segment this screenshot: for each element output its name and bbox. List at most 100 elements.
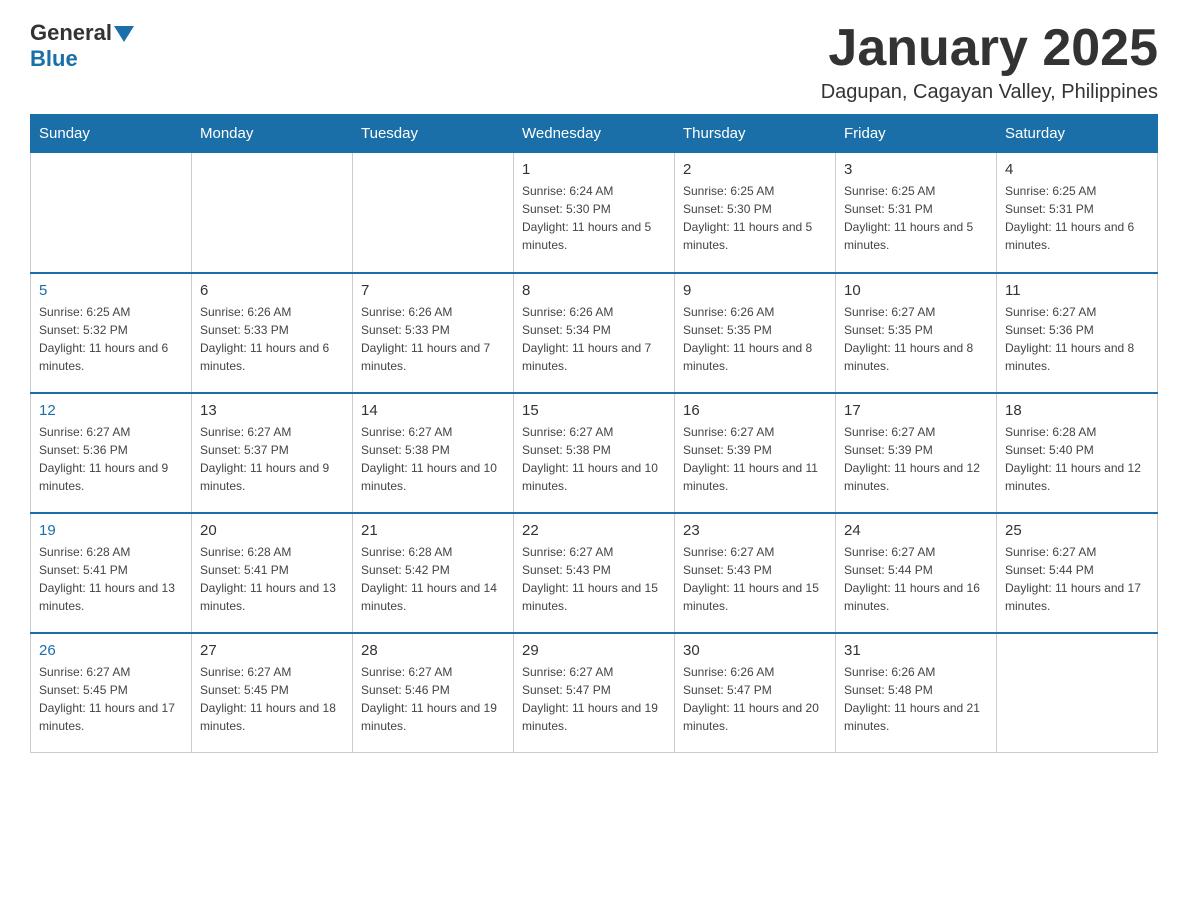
calendar-day-cell: 9 Sunrise: 6:26 AMSunset: 5:35 PMDaylight… — [675, 273, 836, 393]
day-number: 29 — [522, 642, 666, 659]
day-number: 19 — [39, 522, 183, 539]
day-info: Sunrise: 6:25 AMSunset: 5:30 PMDaylight:… — [683, 182, 827, 254]
day-number: 11 — [1005, 282, 1149, 299]
day-info: Sunrise: 6:27 AMSunset: 5:45 PMDaylight:… — [39, 663, 183, 735]
day-info: Sunrise: 6:25 AMSunset: 5:31 PMDaylight:… — [844, 182, 988, 254]
calendar-day-cell: 6 Sunrise: 6:26 AMSunset: 5:33 PMDaylight… — [192, 273, 353, 393]
day-number: 16 — [683, 402, 827, 419]
calendar-day-cell: 10Sunrise: 6:27 AMSunset: 5:35 PMDayligh… — [836, 273, 997, 393]
day-number: 5 — [39, 282, 183, 299]
day-info: Sunrise: 6:26 AMSunset: 5:47 PMDaylight:… — [683, 663, 827, 735]
day-info: Sunrise: 6:26 AMSunset: 5:33 PMDaylight:… — [200, 303, 344, 375]
calendar-day-cell — [353, 153, 514, 273]
calendar-day-cell: 13 Sunrise: 6:27 AMSunset: 5:37 PMDayligh… — [192, 393, 353, 513]
day-of-week-header: Sunday — [31, 115, 192, 153]
calendar-week-row: 19 Sunrise: 6:28 AMSunset: 5:41 PMDayligh… — [31, 513, 1158, 633]
day-info: Sunrise: 6:27 AMSunset: 5:44 PMDaylight:… — [1005, 543, 1149, 615]
day-of-week-header: Friday — [836, 115, 997, 153]
calendar-day-cell: 24Sunrise: 6:27 AMSunset: 5:44 PMDayligh… — [836, 513, 997, 633]
day-number: 6 — [200, 282, 344, 299]
day-number: 22 — [522, 522, 666, 539]
day-of-week-header: Saturday — [997, 115, 1158, 153]
day-info: Sunrise: 6:27 AMSunset: 5:36 PMDaylight:… — [39, 423, 183, 495]
day-info: Sunrise: 6:26 AMSunset: 5:34 PMDaylight:… — [522, 303, 666, 375]
day-info: Sunrise: 6:25 AMSunset: 5:31 PMDaylight:… — [1005, 182, 1149, 254]
calendar-day-cell: 29 Sunrise: 6:27 AMSunset: 5:47 PMDayligh… — [514, 633, 675, 753]
calendar-day-cell: 22 Sunrise: 6:27 AMSunset: 5:43 PMDayligh… — [514, 513, 675, 633]
day-number: 27 — [200, 642, 344, 659]
calendar-body: 1 Sunrise: 6:24 AMSunset: 5:30 PMDaylight… — [31, 153, 1158, 753]
calendar-day-cell: 21 Sunrise: 6:28 AMSunset: 5:42 PMDayligh… — [353, 513, 514, 633]
day-number: 30 — [683, 642, 827, 659]
day-info: Sunrise: 6:27 AMSunset: 5:39 PMDaylight:… — [683, 423, 827, 495]
day-info: Sunrise: 6:27 AMSunset: 5:43 PMDaylight:… — [683, 543, 827, 615]
day-number: 17 — [844, 402, 988, 419]
day-info: Sunrise: 6:27 AMSunset: 5:38 PMDaylight:… — [361, 423, 505, 495]
day-number: 21 — [361, 522, 505, 539]
calendar-week-row: 26 Sunrise: 6:27 AMSunset: 5:45 PMDayligh… — [31, 633, 1158, 753]
day-number: 4 — [1005, 161, 1149, 178]
calendar-day-cell: 30 Sunrise: 6:26 AMSunset: 5:47 PMDayligh… — [675, 633, 836, 753]
logo: General Blue — [30, 20, 134, 72]
day-of-week-header: Tuesday — [353, 115, 514, 153]
day-number: 18 — [1005, 402, 1149, 419]
day-number: 7 — [361, 282, 505, 299]
day-info: Sunrise: 6:27 AMSunset: 5:39 PMDaylight:… — [844, 423, 988, 495]
day-number: 15 — [522, 402, 666, 419]
day-info: Sunrise: 6:27 AMSunset: 5:38 PMDaylight:… — [522, 423, 666, 495]
page-header: General Blue January 2025 Dagupan, Cagay… — [30, 20, 1158, 104]
day-info: Sunrise: 6:28 AMSunset: 5:41 PMDaylight:… — [200, 543, 344, 615]
day-info: Sunrise: 6:28 AMSunset: 5:42 PMDaylight:… — [361, 543, 505, 615]
day-info: Sunrise: 6:26 AMSunset: 5:35 PMDaylight:… — [683, 303, 827, 375]
day-info: Sunrise: 6:27 AMSunset: 5:36 PMDaylight:… — [1005, 303, 1149, 375]
day-number: 28 — [361, 642, 505, 659]
calendar-day-cell: 31Sunrise: 6:26 AMSunset: 5:48 PMDayligh… — [836, 633, 997, 753]
day-number: 26 — [39, 642, 183, 659]
calendar-day-cell: 28 Sunrise: 6:27 AMSunset: 5:46 PMDayligh… — [353, 633, 514, 753]
calendar-day-cell: 4 Sunrise: 6:25 AMSunset: 5:31 PMDaylight… — [997, 153, 1158, 273]
day-number: 9 — [683, 282, 827, 299]
calendar-week-row: 1 Sunrise: 6:24 AMSunset: 5:30 PMDaylight… — [31, 153, 1158, 273]
calendar-day-cell: 3 Sunrise: 6:25 AMSunset: 5:31 PMDaylight… — [836, 153, 997, 273]
calendar-day-cell: 18 Sunrise: 6:28 AMSunset: 5:40 PMDayligh… — [997, 393, 1158, 513]
day-info: Sunrise: 6:28 AMSunset: 5:40 PMDaylight:… — [1005, 423, 1149, 495]
day-number: 13 — [200, 402, 344, 419]
calendar-day-cell — [31, 153, 192, 273]
calendar-day-cell — [997, 633, 1158, 753]
title-section: January 2025 Dagupan, Cagayan Valley, Ph… — [821, 20, 1158, 104]
day-info: Sunrise: 6:28 AMSunset: 5:41 PMDaylight:… — [39, 543, 183, 615]
calendar-week-row: 5 Sunrise: 6:25 AMSunset: 5:32 PMDaylight… — [31, 273, 1158, 393]
calendar-day-cell: 11 Sunrise: 6:27 AMSunset: 5:36 PMDayligh… — [997, 273, 1158, 393]
day-number: 2 — [683, 161, 827, 178]
day-info: Sunrise: 6:27 AMSunset: 5:37 PMDaylight:… — [200, 423, 344, 495]
calendar-subtitle: Dagupan, Cagayan Valley, Philippines — [821, 81, 1158, 104]
day-number: 12 — [39, 402, 183, 419]
day-of-week-header: Wednesday — [514, 115, 675, 153]
day-info: Sunrise: 6:27 AMSunset: 5:43 PMDaylight:… — [522, 543, 666, 615]
calendar-day-cell: 12 Sunrise: 6:27 AMSunset: 5:36 PMDayligh… — [31, 393, 192, 513]
day-of-week-header: Thursday — [675, 115, 836, 153]
day-number: 14 — [361, 402, 505, 419]
day-number: 23 — [683, 522, 827, 539]
day-number: 1 — [522, 161, 666, 178]
day-number: 3 — [844, 161, 988, 178]
day-info: Sunrise: 6:24 AMSunset: 5:30 PMDaylight:… — [522, 182, 666, 254]
day-info: Sunrise: 6:25 AMSunset: 5:32 PMDaylight:… — [39, 303, 183, 375]
calendar-day-cell: 17 Sunrise: 6:27 AMSunset: 5:39 PMDayligh… — [836, 393, 997, 513]
calendar-day-cell — [192, 153, 353, 273]
day-number: 25 — [1005, 522, 1149, 539]
calendar-day-cell: 15 Sunrise: 6:27 AMSunset: 5:38 PMDayligh… — [514, 393, 675, 513]
day-number: 31 — [844, 642, 988, 659]
calendar-day-cell: 27Sunrise: 6:27 AMSunset: 5:45 PMDayligh… — [192, 633, 353, 753]
logo-triangle-icon — [114, 26, 134, 42]
day-info: Sunrise: 6:27 AMSunset: 5:35 PMDaylight:… — [844, 303, 988, 375]
day-info: Sunrise: 6:27 AMSunset: 5:47 PMDaylight:… — [522, 663, 666, 735]
calendar-day-cell: 1 Sunrise: 6:24 AMSunset: 5:30 PMDaylight… — [514, 153, 675, 273]
day-number: 20 — [200, 522, 344, 539]
calendar-day-cell: 19 Sunrise: 6:28 AMSunset: 5:41 PMDayligh… — [31, 513, 192, 633]
calendar-header: SundayMondayTuesdayWednesdayThursdayFrid… — [31, 115, 1158, 153]
day-info: Sunrise: 6:26 AMSunset: 5:33 PMDaylight:… — [361, 303, 505, 375]
day-number: 24 — [844, 522, 988, 539]
calendar-week-row: 12 Sunrise: 6:27 AMSunset: 5:36 PMDayligh… — [31, 393, 1158, 513]
day-info: Sunrise: 6:27 AMSunset: 5:46 PMDaylight:… — [361, 663, 505, 735]
